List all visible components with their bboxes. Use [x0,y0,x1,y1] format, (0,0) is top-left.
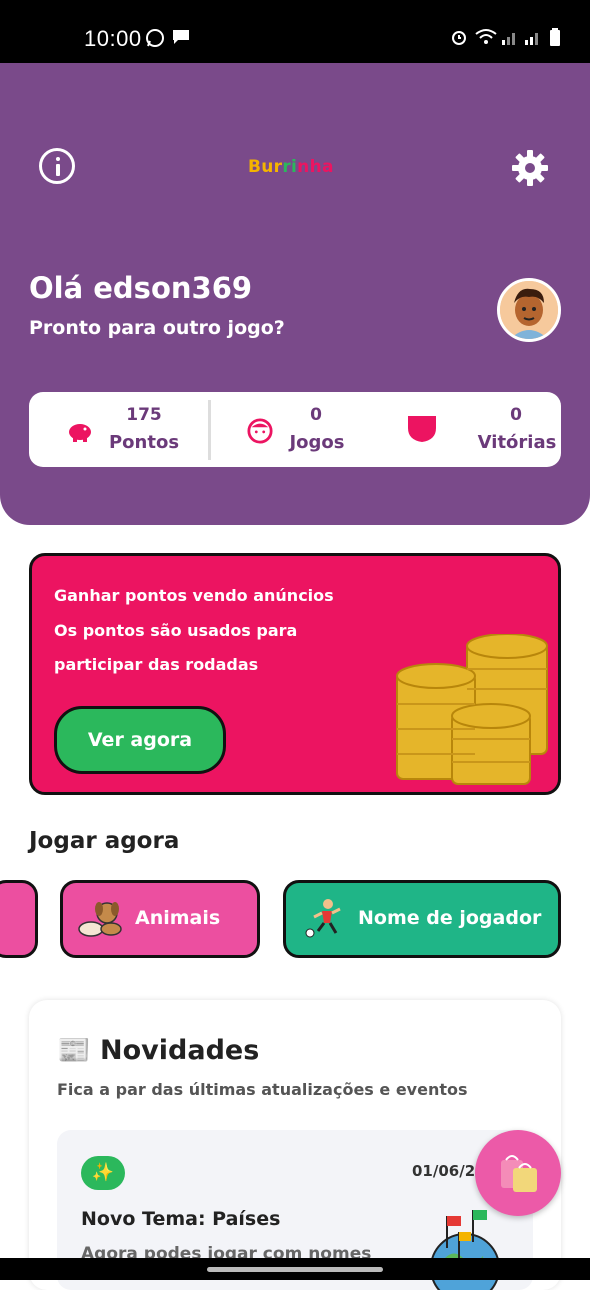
stat-wins: 0 Vitórias [386,392,561,467]
greeting-subtitle: Pronto para outro jogo? [29,317,285,339]
ads-promo-banner: Ganhar pontos vendo anúncios Os pontos s… [29,553,561,795]
trophy-icon [408,416,436,442]
wifi-icon [475,29,497,44]
watch-now-button[interactable]: Ver agora [54,706,226,774]
signal-icon [502,33,515,45]
greeting-title: Olá edson369 [29,271,253,305]
news-badge: ✨ [81,1156,125,1190]
info-button[interactable] [39,148,75,184]
news-panel: 📰 Novidades Fica a par das últimas atual… [29,1000,561,1290]
app-logo: Burrinha [248,157,334,177]
logo-part-1: Bur [248,157,283,177]
stat-games: 0 Jogos [211,392,386,467]
whatsapp-icon [146,29,164,47]
home-gesture-pill[interactable] [207,1267,383,1272]
logo-part-3: nha [297,157,334,177]
piggy-bank-icon [69,424,91,442]
news-date: 01/06/2 [412,1162,476,1180]
system-nav-bar [0,1258,590,1280]
news-headline: Novo Tema: Países [81,1208,281,1230]
news-title: 📰 Novidades [57,1035,260,1066]
category-player-name-label: Nome de jogador [358,907,542,929]
avatar-illustration [500,281,558,339]
stat-games-value: 0 [310,405,322,425]
status-bar: 10:00 [0,0,590,63]
soccer-player-icon [305,899,341,938]
face-icon [247,418,273,444]
status-time: 10:00 [84,26,142,51]
shop-fab-button[interactable] [475,1130,561,1216]
message-icon [173,30,189,44]
category-animals-label: Animais [135,907,221,929]
animals-icon [78,902,122,937]
promo-line-3: participar das rodadas [54,655,259,674]
stat-points: 175 Pontos [29,392,207,467]
stat-wins-label: Vitórias [477,432,557,453]
category-card-animals[interactable]: Animais [60,880,260,958]
promo-line-2: Os pontos são usados para [54,621,298,640]
news-subtitle: Fica a par das últimas atualizações e ev… [57,1080,468,1099]
settings-gear-icon[interactable] [510,148,550,188]
battery-icon [550,28,560,46]
category-card-player-name[interactable]: Nome de jogador [283,880,561,958]
stat-points-value: 175 [126,405,162,425]
avatar[interactable] [497,278,561,342]
alarm-icon [452,31,466,45]
category-card-partial[interactable] [0,880,38,958]
shopping-bags-icon [501,1155,537,1192]
coins-stack-icon [396,634,548,785]
logo-part-2: ri [282,157,298,177]
promo-line-1: Ganhar pontos vendo anúncios [54,586,334,605]
stats-card: 175 Pontos 0 Jogos 0 Vitórias [29,392,561,467]
stat-wins-value: 0 [510,405,522,425]
signal-icon-2 [525,33,538,45]
stat-games-label: Jogos [289,432,345,453]
stat-points-label: Pontos [108,432,180,453]
play-now-title: Jogar agora [29,828,180,854]
